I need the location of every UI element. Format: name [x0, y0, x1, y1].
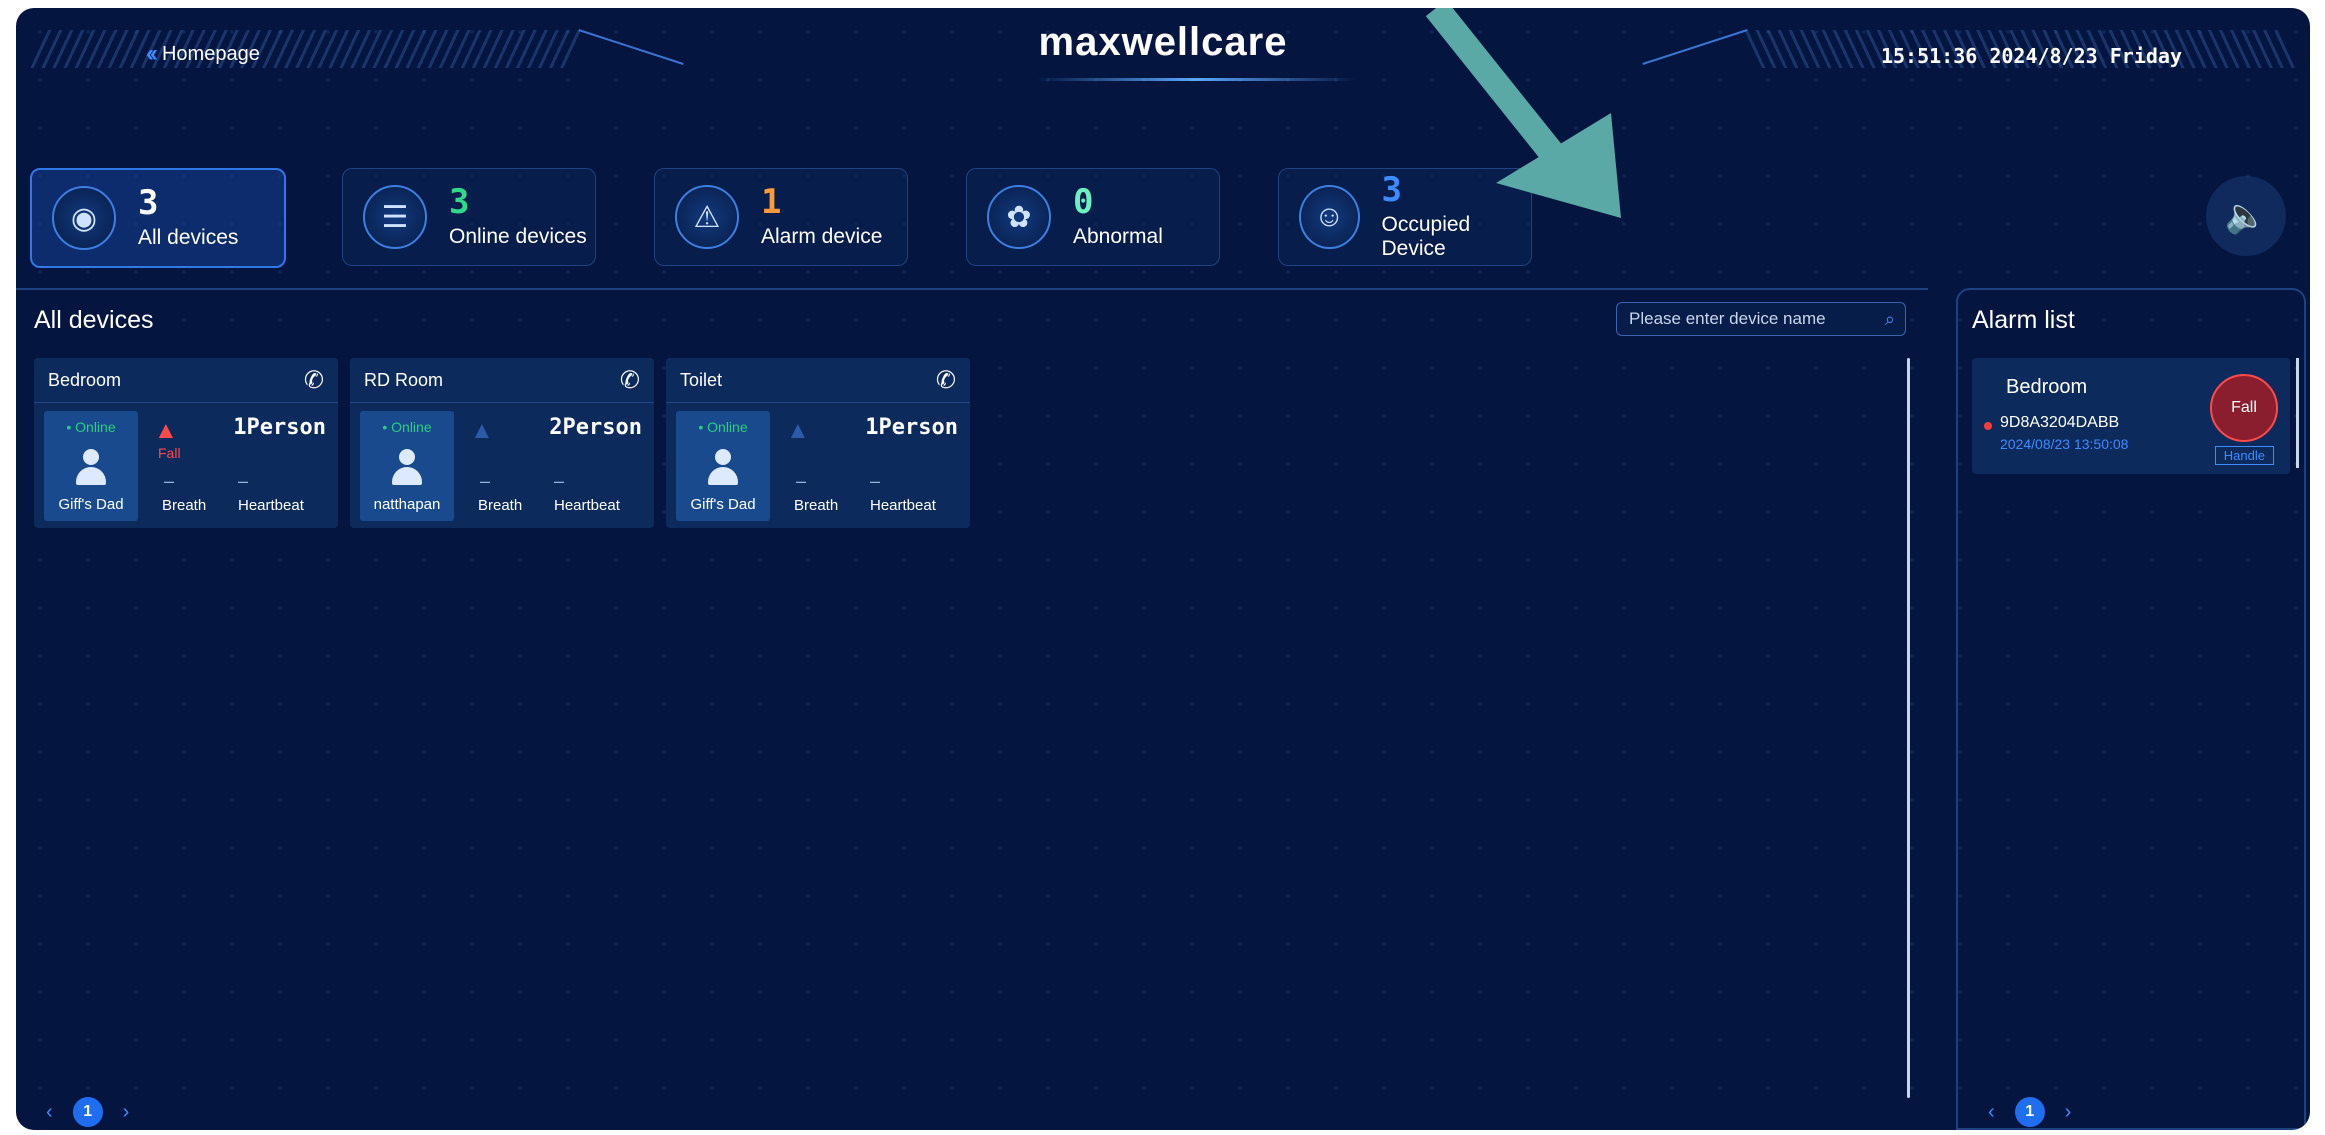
occupant-cell: • Online Giff's Dad [44, 411, 138, 521]
radar-icon: ◉ [52, 186, 116, 250]
device-room: RD Room [364, 369, 444, 390]
alarm-pagination: ‹ 1 › [1988, 1097, 2071, 1127]
datetime: 15:51:36 2024/8/23 Friday [1880, 44, 2182, 68]
heartbeat-label: Heartbeat [554, 497, 620, 514]
stat-label: Abnormal [1073, 225, 1163, 248]
search-input[interactable] [1627, 308, 1861, 330]
device-card[interactable]: Bedroom ✆ • Online Giff's Dad ▲ Fall 1Pe… [34, 358, 338, 528]
stat-all-devices[interactable]: ◉ 3 All devices [30, 168, 286, 268]
lungs-icon: ✿ [987, 185, 1051, 249]
warning-icon: ▲ [786, 417, 810, 444]
heartbeat-value: – [870, 471, 881, 491]
heartbeat-label: Heartbeat [870, 497, 936, 514]
alarm-dot [1984, 422, 1992, 430]
stat-value: 3 [138, 183, 159, 223]
person-icon [708, 449, 738, 489]
phone-icon[interactable]: ✆ [620, 366, 640, 395]
alarm-panel-title: Alarm list [1972, 306, 2075, 334]
breath-label: Breath [794, 497, 839, 514]
stat-value: 3 [449, 182, 470, 222]
speaker-toggle[interactable]: 🔈 [2206, 176, 2286, 256]
device-card[interactable]: RD Room ✆ • Online natthapan ▲ 2Person –… [350, 358, 654, 528]
heartbeat-value: – [238, 471, 249, 491]
warning-icon: ▲ [154, 417, 178, 444]
stat-label: All devices [138, 226, 239, 249]
breath-label: Breath [478, 497, 523, 514]
person-count: 2Person [549, 415, 642, 440]
online-status: • Online [698, 419, 748, 435]
person-icon: ☺ [1299, 185, 1360, 249]
alarm-item[interactable]: Bedroom 9D8A3204DABB 2024/08/23 13:50:08… [1972, 358, 2290, 474]
page-1-button[interactable]: 1 [2014, 1097, 2045, 1127]
breath-value: – [480, 471, 491, 491]
search-icon[interactable]: ⌕ [1885, 309, 1895, 330]
heartbeat-label: Heartbeat [238, 497, 304, 514]
alarm-type-ring: Fall [2210, 374, 2278, 442]
stat-label: Alarm device [761, 225, 883, 248]
person-count: 1Person [865, 415, 958, 440]
speaker-icon: 🔈 [2224, 197, 2268, 235]
phone-icon[interactable]: ✆ [304, 366, 324, 395]
alarm-time: 2024/08/23 13:50:08 [2000, 436, 2129, 452]
app-frame: ‹‹ Homepage maxwellcare 15:51:36 2024/8/… [16, 8, 2310, 1130]
handle-button[interactable]: Handle [2214, 446, 2274, 465]
alarm-type: Fall [2231, 399, 2257, 416]
alarm-scrollbar[interactable] [2296, 358, 2299, 468]
scrollbar[interactable] [1907, 358, 1910, 1098]
annotation-arrow-icon [1425, 8, 1621, 218]
person-icon [392, 449, 422, 489]
wifi-icon: ☰ [363, 185, 427, 249]
stat-label: Online devices [449, 225, 587, 248]
occupant-name: Giff's Dad [58, 496, 124, 513]
device-room: Toilet [680, 369, 723, 390]
breath-value: – [796, 471, 807, 491]
person-icon [76, 449, 106, 489]
occupant-cell: • Online natthapan [360, 411, 454, 521]
devices-pagination: ‹ 1 › [46, 1097, 129, 1127]
device-room: Bedroom [48, 369, 122, 390]
next-page-button[interactable]: › [2065, 1101, 2072, 1124]
warning-icon: ⚠ [675, 185, 739, 249]
device-card[interactable]: Toilet ✆ • Online Giff's Dad ▲ 1Person –… [666, 358, 970, 528]
stat-alarm-device[interactable]: ⚠ 1 Alarm device [654, 168, 908, 266]
occupant-name: Giff's Dad [690, 496, 756, 513]
page-1-button[interactable]: 1 [72, 1097, 103, 1127]
header: ‹‹ Homepage maxwellcare 15:51:36 2024/8/… [16, 8, 2310, 98]
header-glow [1036, 78, 1356, 81]
alarm-type: Fall [158, 445, 181, 461]
phone-icon[interactable]: ✆ [936, 366, 956, 395]
stat-abnormal[interactable]: ✿ 0 Abnormal [966, 168, 1220, 266]
prev-page-button[interactable]: ‹ [46, 1101, 53, 1124]
breath-label: Breath [162, 497, 207, 514]
alarm-device-id: 9D8A3204DABB [2000, 414, 2120, 431]
devices-panel-title: All devices [34, 306, 154, 334]
warning-icon: ▲ [470, 417, 494, 444]
occupant-name: natthapan [373, 496, 441, 513]
person-count: 1Person [233, 415, 326, 440]
stat-value: 1 [761, 182, 782, 222]
alarm-room: Bedroom [2006, 376, 2088, 398]
next-page-button[interactable]: › [123, 1101, 130, 1124]
heartbeat-value: – [554, 471, 565, 491]
online-status: • Online [382, 419, 432, 435]
stat-online-devices[interactable]: ☰ 3 Online devices [342, 168, 596, 266]
device-search[interactable]: ⌕ [1616, 302, 1906, 336]
stat-value: 0 [1073, 182, 1094, 222]
breath-value: – [164, 471, 175, 491]
prev-page-button[interactable]: ‹ [1988, 1101, 1995, 1124]
online-status: • Online [66, 419, 116, 435]
occupant-cell: • Online Giff's Dad [676, 411, 770, 521]
